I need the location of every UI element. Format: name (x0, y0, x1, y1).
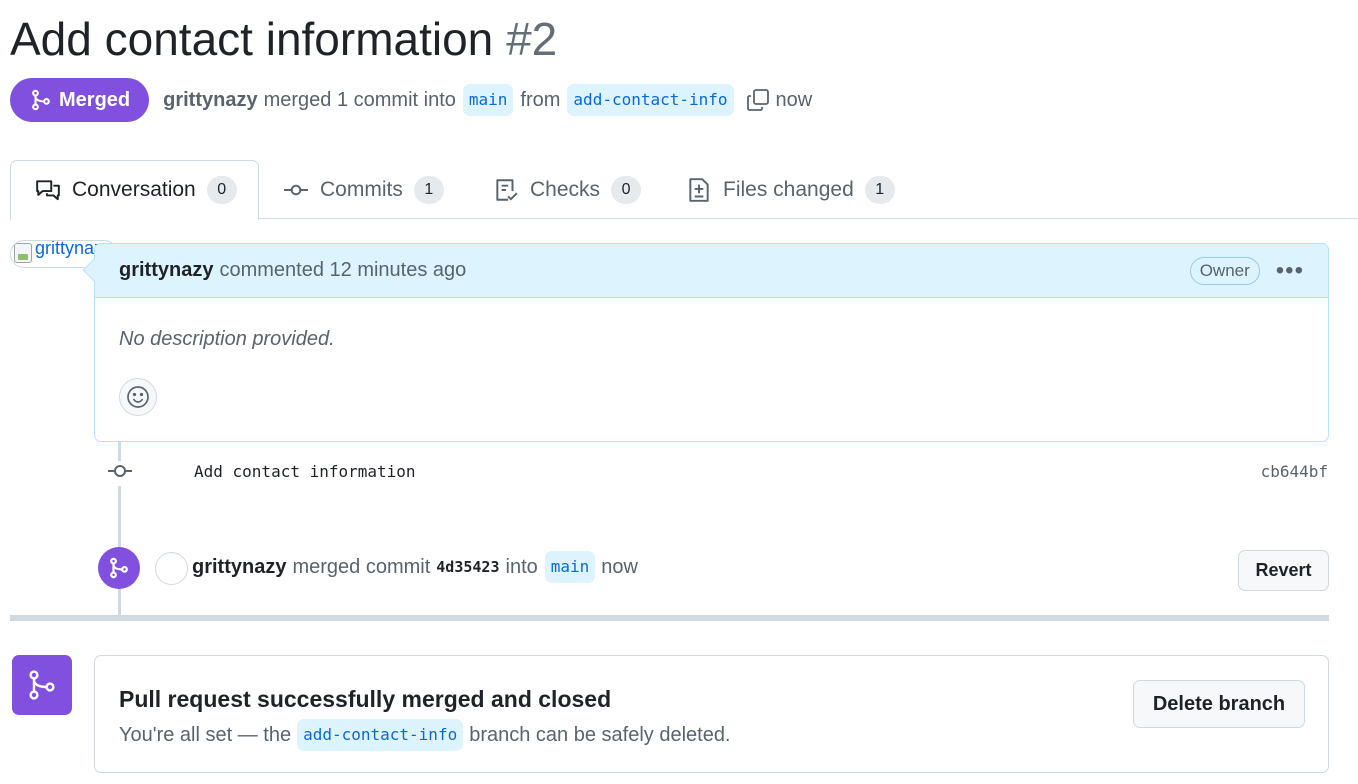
merged-status-icon-box (12, 655, 72, 715)
merge-target-branch[interactable]: main (544, 551, 596, 583)
pr-author-link[interactable]: grittynazy (163, 89, 257, 112)
merge-commit-sha-link[interactable]: 4d35423 (436, 558, 499, 576)
comment-options-icon[interactable]: ••• (1276, 258, 1304, 282)
merged-title: Pull request successfully merged and clo… (119, 686, 612, 712)
merged-subtitle: You're all set — the add-contact-info br… (119, 719, 731, 751)
checklist-icon (496, 178, 518, 201)
pr-time: now (775, 88, 813, 111)
merge-verb: merged commit (292, 555, 431, 578)
deletable-branch[interactable]: add-contact-info (297, 719, 464, 751)
tab-conversation-label: Conversation (72, 178, 196, 201)
merger-avatar[interactable] (155, 552, 188, 585)
pr-description-comment: grittynazy commented 12 minutes ago Owne… (82, 243, 1329, 442)
comment-header: grittynazy commented 12 minutes ago Owne… (95, 244, 1328, 298)
tab-conversation-count: 0 (206, 176, 237, 204)
merged-status-box: Pull request successfully merged and clo… (94, 655, 1329, 773)
pr-summary: merged 1 commit into (263, 88, 456, 111)
owner-badge: Owner (1189, 256, 1260, 285)
base-branch[interactable]: main (462, 84, 514, 116)
git-merge-icon (32, 89, 50, 111)
comment-body: No description provided. (119, 328, 335, 350)
git-commit-icon (284, 184, 308, 195)
merged-sub-after: branch can be safely deleted. (469, 723, 731, 746)
pr-status-row: Merged grittynazy merged 1 commit into m… (10, 78, 812, 122)
git-merge-icon (29, 670, 55, 700)
revert-button[interactable]: Revert (1238, 550, 1329, 591)
merged-sub-before: You're all set — the (119, 723, 292, 746)
commit-message-link[interactable]: Add contact information (194, 462, 416, 481)
comment-meta: commented 12 minutes ago (219, 259, 467, 281)
comment-author-link[interactable]: grittynazy (119, 259, 213, 282)
pr-title: Add contact information (10, 13, 494, 65)
merge-event-badge (98, 547, 140, 589)
file-diff-icon (689, 177, 709, 202)
pr-number: #2 (506, 13, 558, 65)
tab-checks[interactable]: Checks 0 (493, 160, 642, 219)
copy-branch-button[interactable] (746, 88, 770, 112)
pr-tabs: Conversation 0 Commits 1 Checks 0 Files … (10, 160, 1358, 220)
delete-branch-button[interactable]: Delete branch (1133, 680, 1305, 728)
tab-conversation[interactable]: Conversation 0 (10, 160, 259, 220)
copy-icon (746, 89, 769, 111)
tab-checks-count: 0 (611, 175, 642, 204)
tab-checks-label: Checks (530, 177, 601, 201)
merged-state-badge: Merged (10, 78, 150, 122)
from-word: from (520, 88, 561, 111)
merge-time: now (601, 555, 638, 578)
comment-discussion-icon (36, 180, 60, 201)
tab-commits-label: Commits (320, 177, 403, 201)
state-label: Merged (59, 88, 131, 111)
commit-sha-link[interactable]: cb644bf (1261, 462, 1328, 481)
broken-image-icon (14, 243, 32, 263)
head-branch[interactable]: add-contact-info (567, 84, 734, 116)
tab-files-changed[interactable]: Files changed 1 (686, 160, 895, 219)
tab-commits[interactable]: Commits 1 (283, 160, 444, 219)
page-title: Add contact information #2 (10, 10, 557, 68)
tab-files-changed-label: Files changed (723, 177, 854, 201)
smiley-icon (127, 386, 149, 408)
tab-commits-count: 1 (413, 175, 444, 204)
git-commit-timeline-icon (106, 461, 134, 486)
tab-files-changed-count: 1 (864, 175, 895, 204)
timeline-divider (10, 615, 1329, 621)
git-merge-icon (110, 557, 128, 579)
merger-author-link[interactable]: grittynazy (192, 556, 286, 579)
add-reaction-button[interactable] (119, 378, 157, 416)
merge-event-text: grittynazy merged commit 4d35423 into ma… (192, 550, 638, 584)
into-word: into (505, 555, 538, 578)
